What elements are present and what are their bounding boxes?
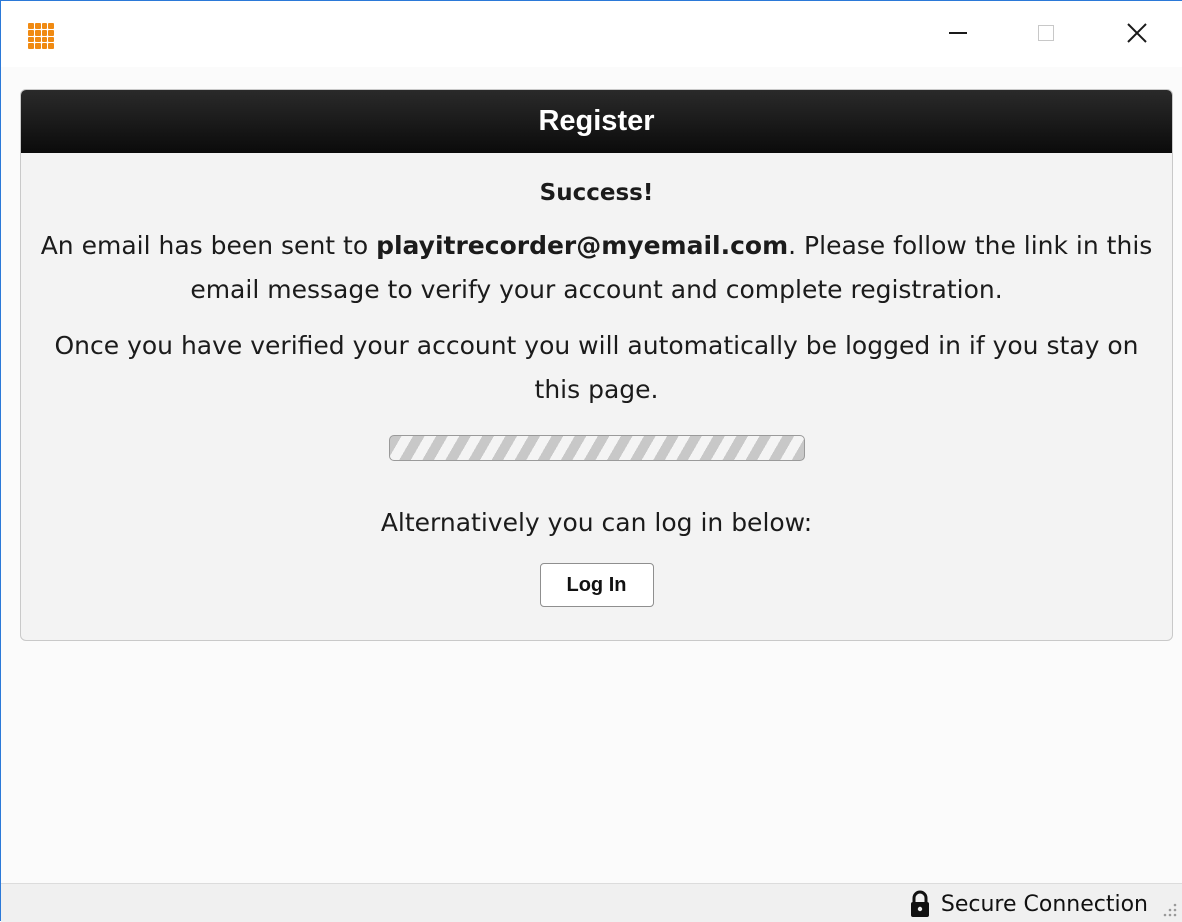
- close-icon: [1127, 23, 1147, 43]
- maximize-button[interactable]: [1023, 13, 1069, 53]
- title-bar: [1, 1, 1182, 67]
- status-bar: Secure Connection: [1, 883, 1182, 922]
- register-panel: Register Success! An email has been sent…: [20, 89, 1173, 641]
- progress-bar: [388, 435, 805, 461]
- success-heading: Success!: [539, 180, 654, 206]
- minimize-button[interactable]: [935, 13, 981, 53]
- app-window: Register Success! An email has been sent…: [0, 0, 1182, 922]
- app-grid-icon[interactable]: [28, 23, 54, 49]
- close-button[interactable]: [1114, 13, 1160, 53]
- maximize-icon: [1038, 25, 1054, 41]
- email-address: playitrecorder@myemail.com: [376, 231, 789, 260]
- auto-login-message: Once you have verified your account you …: [54, 331, 1139, 404]
- alternative-text: Alternatively you can log in below:: [380, 508, 813, 537]
- email-sent-message: An email has been sent to playitrecorder…: [21, 224, 1172, 312]
- minimize-icon: [949, 32, 967, 34]
- secure-label: Secure Connection: [940, 891, 1148, 917]
- lock-icon: [910, 890, 929, 917]
- secure-connection: Secure Connection: [909, 890, 1148, 918]
- login-button[interactable]: Log In: [539, 563, 654, 607]
- resize-grip-icon[interactable]: [1160, 900, 1178, 918]
- message-prefix: An email has been sent to: [40, 231, 377, 260]
- panel-title: Register: [21, 90, 1172, 153]
- panel-body: Success! An email has been sent to playi…: [21, 175, 1172, 607]
